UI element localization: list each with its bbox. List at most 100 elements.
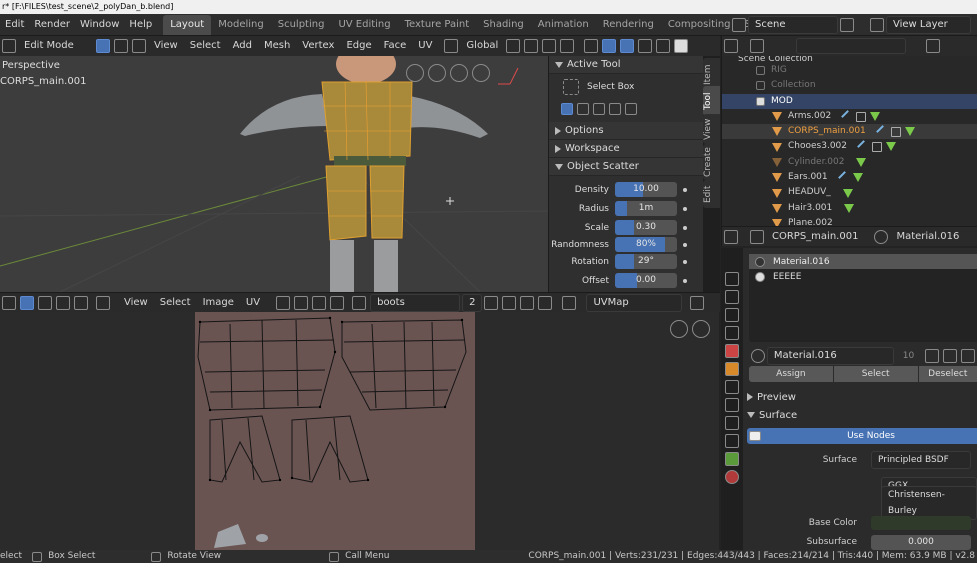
zoom-icon[interactable]: [472, 64, 490, 82]
material-unlink-icon[interactable]: [961, 349, 975, 363]
view-layer-field[interactable]: View Layer: [886, 16, 971, 34]
edge-select-icon[interactable]: [114, 39, 128, 53]
image-browse-icon[interactable]: [352, 295, 367, 310]
scatter-field-slider[interactable]: 0.00: [615, 273, 677, 288]
vertex-groups-icon[interactable]: [872, 142, 882, 153]
mesh-data-icon[interactable]: [886, 142, 896, 152]
menu-edit[interactable]: Edit: [0, 14, 29, 36]
outliner-editor-type-icon[interactable]: [724, 39, 738, 53]
menu-render[interactable]: Render: [29, 14, 75, 36]
tab-modeling[interactable]: Modeling: [211, 15, 271, 35]
base-color-swatch[interactable]: [871, 516, 971, 530]
menu-select[interactable]: Select: [184, 36, 227, 56]
transform-orientation-icon[interactable]: [444, 39, 459, 53]
tab-uv-editing[interactable]: UV Editing: [331, 15, 397, 35]
scene-selector[interactable]: Scene: [730, 16, 856, 34]
material-name-field[interactable]: Material.016: [766, 347, 894, 365]
shading-wire-icon[interactable]: [656, 39, 671, 53]
uv-pivot-icon[interactable]: [276, 295, 291, 310]
modifier-wrench-icon[interactable]: [841, 109, 855, 123]
menu-face[interactable]: Face: [378, 36, 413, 56]
object-scatter-header[interactable]: Object Scatter: [549, 158, 703, 176]
vertex-select-icon[interactable]: [96, 39, 110, 53]
keyframe-dot-icon[interactable]: [683, 187, 687, 192]
grid-view-icon[interactable]: [406, 64, 424, 82]
uv-face-mode-icon[interactable]: [74, 295, 88, 310]
mesh-data-icon[interactable]: [842, 188, 853, 198]
snap-icon[interactable]: [524, 39, 539, 53]
tab-create[interactable]: Create: [703, 144, 720, 180]
sticky-select-icon[interactable]: [96, 295, 110, 310]
select-mode-intersect-icon[interactable]: [625, 103, 637, 115]
material-tab-icon[interactable]: [725, 470, 739, 484]
uvmap-field[interactable]: UVMap: [586, 293, 683, 312]
unlink-image-icon[interactable]: [538, 295, 553, 310]
modifier-tab-icon[interactable]: [725, 380, 739, 394]
uv-editor[interactable]: [0, 312, 719, 550]
new-image-icon[interactable]: [502, 295, 517, 310]
active-tool-header[interactable]: Active Tool: [549, 56, 703, 74]
uv-falloff-icon[interactable]: [330, 295, 345, 310]
shading-solid-icon[interactable]: [674, 39, 689, 53]
mesh-data-icon[interactable]: [852, 173, 863, 183]
modifier-wrench-icon[interactable]: [837, 171, 851, 185]
uv-menu-select[interactable]: Select: [154, 293, 197, 313]
view-layer-tab-icon[interactable]: [725, 308, 739, 322]
material-slot-list[interactable]: Material.016 EEEEE: [749, 254, 977, 342]
preview-section-header[interactable]: Preview: [743, 388, 977, 406]
surface-shader-dropdown[interactable]: Principled BSDF: [871, 451, 971, 469]
output-tab-icon[interactable]: [725, 290, 739, 304]
material-fake-user-icon[interactable]: [925, 349, 940, 363]
keyframe-dot-icon[interactable]: [683, 225, 687, 230]
3d-viewport[interactable]: Perspective CORPS_main.001: [0, 56, 548, 292]
xray-icon[interactable]: [638, 39, 653, 53]
outliner-row[interactable]: RIG: [722, 63, 977, 78]
mesh-data-icon[interactable]: [904, 126, 915, 136]
subsurface-method-dropdown[interactable]: Christensen-Burley: [881, 486, 977, 520]
tab-rendering[interactable]: Rendering: [596, 15, 661, 35]
tab-animation[interactable]: Animation: [531, 15, 596, 35]
object-tab-icon[interactable]: [725, 362, 739, 376]
view-layer-selector[interactable]: View Layer: [868, 16, 971, 34]
select-mode-invert-icon[interactable]: [609, 103, 621, 115]
uv-snap-icon[interactable]: [294, 295, 309, 310]
menu-edge[interactable]: Edge: [340, 36, 377, 56]
outliner-row[interactable]: Cylinder.002: [722, 155, 977, 170]
visibility-icon[interactable]: [584, 39, 599, 53]
select-mode-subtract-icon[interactable]: [593, 103, 605, 115]
keyframe-dot-icon[interactable]: [683, 242, 687, 247]
collection-checkbox[interactable]: [756, 81, 765, 91]
modifier-wrench-icon[interactable]: [857, 140, 870, 153]
collection-checkbox[interactable]: [756, 96, 765, 106]
select-button[interactable]: Select: [833, 366, 918, 382]
tab-layout[interactable]: Layout: [163, 15, 212, 35]
modifier-wrench-icon[interactable]: [875, 124, 889, 138]
open-image-icon[interactable]: [520, 295, 535, 310]
image-users-count[interactable]: 2: [462, 293, 483, 312]
uv-menu-view[interactable]: View: [118, 293, 154, 313]
constraints-tab-icon[interactable]: [725, 434, 739, 448]
scene-name-field[interactable]: Scene: [748, 16, 838, 34]
scatter-field-slider[interactable]: 29°: [615, 254, 677, 269]
menu-add[interactable]: Add: [227, 36, 258, 56]
outliner-row[interactable]: Arms.002: [722, 109, 977, 124]
pin-icon[interactable]: [562, 295, 577, 310]
particles-tab-icon[interactable]: [725, 398, 739, 412]
mesh-data-icon[interactable]: [844, 203, 855, 213]
select-mode-extend-icon[interactable]: [577, 103, 589, 115]
outliner-row[interactable]: Scene Collection: [722, 56, 977, 63]
render-tab-icon[interactable]: [725, 272, 739, 286]
keyframe-dot-icon[interactable]: [683, 206, 687, 211]
material-browse-icon[interactable]: [751, 349, 765, 363]
mesh-data-icon[interactable]: [856, 157, 867, 167]
scatter-field-slider[interactable]: 80%: [615, 237, 677, 252]
uv-vertex-mode-icon[interactable]: [38, 295, 52, 310]
outliner-row[interactable]: Plane.002: [722, 216, 977, 226]
outliner-row[interactable]: Hair3.001: [722, 201, 977, 216]
material-slot-2[interactable]: EEEEE: [749, 269, 977, 284]
options-header[interactable]: Options: [549, 122, 703, 140]
uv-editor-type-icon[interactable]: [2, 295, 16, 310]
keyframe-dot-icon[interactable]: [683, 259, 687, 264]
scene-tab-icon[interactable]: [725, 326, 739, 340]
outliner-row[interactable]: MOD: [722, 93, 977, 109]
